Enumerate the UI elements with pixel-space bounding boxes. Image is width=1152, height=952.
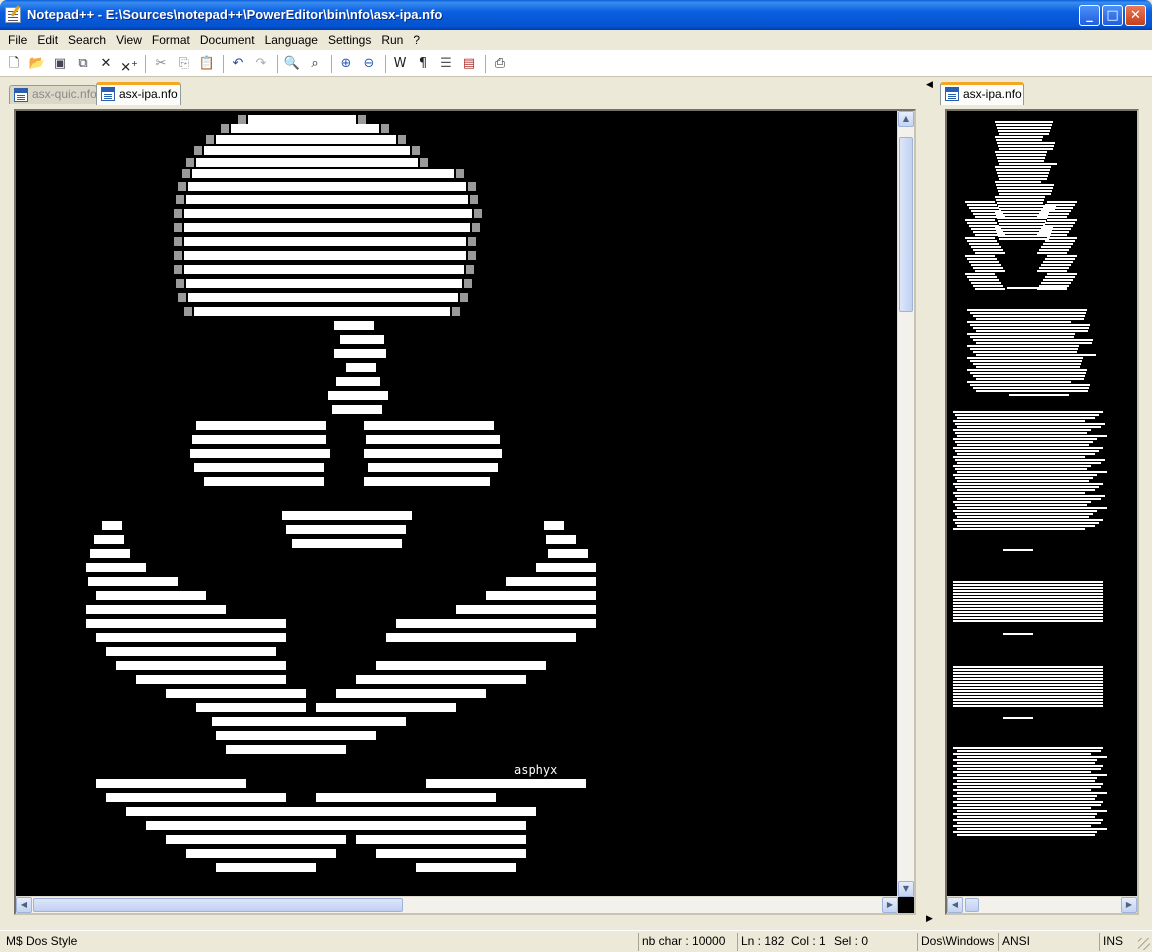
new-file-icon[interactable]: 🗋 bbox=[5, 55, 23, 73]
sub-editor-text-area[interactable]: ◀ ▶ bbox=[945, 109, 1139, 915]
vertical-scroll-thumb[interactable] bbox=[899, 137, 913, 312]
title-bar[interactable]: Notepad++ - E:\Sources\notepad++\PowerEd… bbox=[0, 0, 1152, 30]
user-defined-dialog-icon[interactable]: ▤ bbox=[460, 55, 478, 73]
menu-bar: File Edit Search View Format Document La… bbox=[0, 30, 1152, 49]
print-icon[interactable]: ⎙ bbox=[491, 55, 509, 73]
resize-grip[interactable] bbox=[1138, 938, 1150, 950]
window-title: Notepad++ - E:\Sources\notepad++\PowerEd… bbox=[27, 7, 443, 22]
save-icon[interactable]: ▣ bbox=[51, 55, 69, 73]
horizontal-scroll-thumb[interactable] bbox=[965, 898, 979, 912]
horizontal-scroll-thumb[interactable] bbox=[33, 898, 403, 912]
status-selection: Sel : 0 bbox=[834, 934, 869, 948]
main-tab-bar: asx-quic.nfo asx-ipa.nfo bbox=[5, 80, 924, 105]
toolbar: 🗋 📂 ▣ ⧉ ✕ ✕+ ✂ ⎘ 📋 ↶ ↷ 🔍 ⌕ ⊕ ⊖ W ¶ ☰ ▤ ⎙ bbox=[0, 50, 1152, 77]
maximize-button[interactable]: □ bbox=[1102, 5, 1123, 26]
cut-icon[interactable]: ✂ bbox=[152, 55, 170, 73]
menu-document[interactable]: Document bbox=[195, 33, 260, 47]
status-encoding: ANSI bbox=[998, 933, 1098, 951]
indent-guide-icon[interactable]: ☰ bbox=[437, 55, 455, 73]
status-insert-mode: INS bbox=[1099, 933, 1139, 951]
zoom-out-icon[interactable]: ⊖ bbox=[360, 55, 378, 73]
splitter-left-arrow[interactable]: ◀ bbox=[926, 80, 933, 90]
editor-text-area[interactable]: asphyx ▲ ▼ ◀ ▶ bbox=[14, 109, 916, 915]
file-icon bbox=[945, 87, 959, 101]
status-char-count: nb char : 10000 bbox=[638, 933, 736, 951]
show-all-chars-icon[interactable]: ¶ bbox=[414, 55, 432, 73]
redo-icon[interactable]: ↷ bbox=[252, 55, 270, 73]
menu-view[interactable]: View bbox=[111, 33, 147, 47]
sub-view: asx-ipa.nfo ◀ ▶ bbox=[935, 80, 1143, 928]
notepad-app-icon[interactable] bbox=[5, 7, 21, 23]
scroll-right-button[interactable]: ▶ bbox=[1121, 897, 1137, 913]
menu-run[interactable]: Run bbox=[376, 33, 408, 47]
signature-text: asphyx bbox=[514, 763, 557, 777]
menu-language[interactable]: Language bbox=[260, 33, 323, 47]
sub-tab-bar: asx-ipa.nfo bbox=[935, 80, 1143, 105]
status-line: Ln : 182 bbox=[737, 933, 787, 951]
status-column: Col : 1 bbox=[791, 934, 826, 948]
menu-format[interactable]: Format bbox=[147, 33, 195, 47]
vertical-scrollbar[interactable]: ▲ ▼ bbox=[897, 111, 914, 897]
close-all-icon[interactable]: ✕+ bbox=[120, 55, 138, 75]
paste-icon[interactable]: 📋 bbox=[198, 55, 216, 73]
open-file-icon[interactable]: 📂 bbox=[28, 55, 46, 73]
status-eol-format: Dos\Windows bbox=[917, 933, 997, 951]
file-icon bbox=[14, 88, 28, 102]
scroll-left-button[interactable]: ◀ bbox=[947, 897, 963, 913]
zoom-in-icon[interactable]: ⊕ bbox=[337, 55, 355, 73]
ascii-art-minimap bbox=[953, 121, 1107, 836]
sub-horizontal-scrollbar[interactable]: ◀ ▶ bbox=[947, 896, 1137, 913]
replace-icon[interactable]: ⌕ bbox=[306, 55, 324, 73]
tab-label: asx-quic.nfo bbox=[32, 87, 97, 101]
word-wrap-icon[interactable]: W bbox=[391, 55, 409, 73]
main-view: asx-quic.nfo asx-ipa.nfo asphyx ▲ ▼ ◀ ▶ bbox=[5, 80, 924, 928]
tab-label: asx-ipa.nfo bbox=[963, 87, 1022, 101]
tab-asx-ipa[interactable]: asx-ipa.nfo bbox=[96, 82, 181, 105]
tab-label: asx-ipa.nfo bbox=[119, 87, 178, 101]
tab-asx-ipa-sub[interactable]: asx-ipa.nfo bbox=[940, 82, 1024, 105]
menu-help[interactable]: ? bbox=[408, 33, 425, 47]
horizontal-scrollbar[interactable]: ◀ ▶ bbox=[16, 896, 898, 913]
scroll-right-button[interactable]: ▶ bbox=[882, 897, 898, 913]
close-window-button[interactable]: ✕ bbox=[1125, 5, 1146, 26]
menu-search[interactable]: Search bbox=[63, 33, 111, 47]
status-language: M$ Dos Style bbox=[6, 934, 78, 948]
file-icon bbox=[101, 87, 115, 101]
find-icon[interactable]: 🔍 bbox=[283, 55, 301, 73]
menu-file[interactable]: File bbox=[3, 33, 32, 47]
copy-icon[interactable]: ⎘ bbox=[175, 55, 193, 73]
splitter-right-arrow[interactable]: ▶ bbox=[926, 914, 933, 924]
scroll-down-button[interactable]: ▼ bbox=[898, 881, 914, 897]
close-icon[interactable]: ✕ bbox=[97, 55, 115, 73]
menu-settings[interactable]: Settings bbox=[323, 33, 376, 47]
status-bar: M$ Dos Style nb char : 10000 Ln : 182 Co… bbox=[0, 930, 1152, 952]
scroll-up-button[interactable]: ▲ bbox=[898, 111, 914, 127]
undo-icon[interactable]: ↶ bbox=[229, 55, 247, 73]
scroll-left-button[interactable]: ◀ bbox=[16, 897, 32, 913]
tab-asx-quic[interactable]: asx-quic.nfo bbox=[9, 85, 97, 104]
ascii-art-skull-crossbones: asphyx bbox=[86, 115, 596, 872]
menu-edit[interactable]: Edit bbox=[32, 33, 63, 47]
save-all-icon[interactable]: ⧉ bbox=[74, 55, 92, 73]
minimize-button[interactable]: _ bbox=[1079, 5, 1100, 26]
